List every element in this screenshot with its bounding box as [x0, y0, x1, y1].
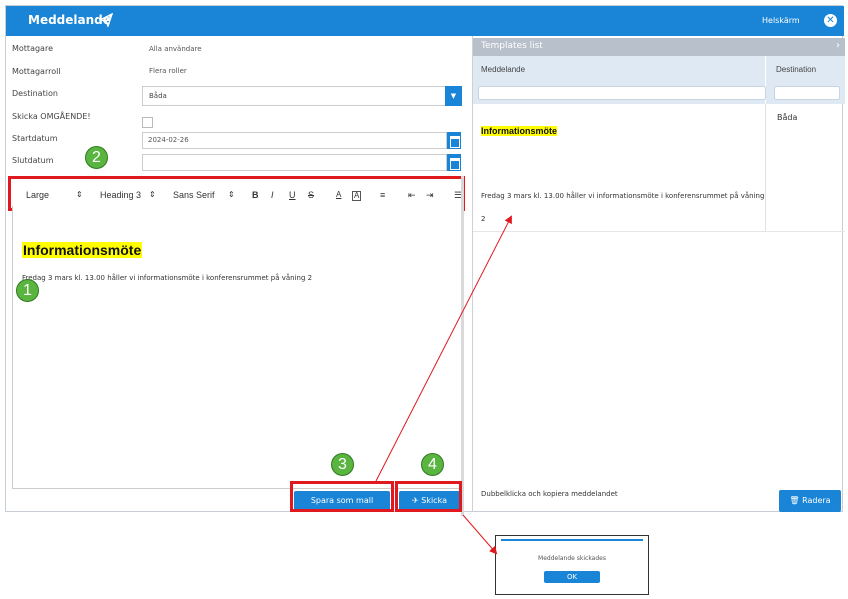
templates-title: Templates list: [481, 41, 543, 51]
destination-select[interactable]: Båda ▼: [142, 86, 462, 106]
row-divider: [473, 231, 845, 232]
outdent-icon[interactable]: ⇤: [408, 190, 416, 201]
role-label: Mottagarroll: [12, 67, 61, 76]
column-destination-label[interactable]: Destination: [776, 65, 816, 74]
destination-label: Destination: [12, 89, 58, 98]
start-date-label: Startdatum: [12, 134, 58, 143]
message-filter-input[interactable]: [478, 86, 766, 100]
background-color-icon[interactable]: A: [352, 191, 362, 201]
chevron-down-icon[interactable]: ▼: [445, 86, 462, 106]
template-title: Informationsmöte: [481, 126, 558, 136]
arrow-to-dialog: [462, 514, 498, 555]
recipient-label: Mottagare: [12, 44, 53, 53]
end-date-label: Slutdatum: [12, 156, 54, 165]
end-date-input[interactable]: [142, 154, 447, 171]
sent-dialog: Meddelande skickades OK: [495, 535, 649, 595]
trash-icon: 🗑: [789, 496, 803, 505]
paper-plane-icon: [99, 13, 113, 27]
bold-button[interactable]: B: [252, 190, 259, 200]
callout-badge-4: 4: [421, 453, 444, 476]
strike-button[interactable]: S: [308, 190, 314, 200]
underline-button[interactable]: U: [289, 190, 296, 200]
compose-panel: Mottagare Alla användare Mottagarroll Fl…: [6, 36, 466, 516]
dialog-body: Meddelande skickades OK: [501, 539, 643, 591]
italic-button[interactable]: I: [271, 190, 274, 200]
editor-scrollbar[interactable]: [461, 176, 464, 516]
message-editor[interactable]: Informationsmöte Fredag 3 mars kl. 13.00…: [12, 206, 464, 489]
template-destination: Båda: [777, 113, 798, 122]
recipient-value[interactable]: Alla användare: [149, 45, 202, 53]
callout-frame-send: [395, 481, 462, 512]
close-icon[interactable]: ✕: [824, 14, 837, 27]
chevron-updown-icon: ⇕: [149, 190, 156, 199]
indent-icon[interactable]: ⇥: [426, 190, 434, 201]
send-now-label: Skicka OMGÅENDE!: [12, 112, 91, 121]
font-color-icon[interactable]: A: [336, 190, 341, 199]
template-text: Fredag 3 mars kl. 13.00 håller vi inform…: [481, 192, 765, 223]
destination-value: Båda: [149, 92, 167, 100]
size-select[interactable]: Large: [26, 190, 49, 200]
start-date-input[interactable]: 2024-02-26: [142, 132, 447, 149]
callout-badge-2: 2: [85, 146, 108, 169]
align-icon[interactable]: ≡: [380, 190, 385, 200]
copy-hint: Dubbelklicka och kopiera meddelandet: [481, 490, 618, 498]
heading-select[interactable]: Heading 3: [100, 190, 141, 200]
calendar-icon[interactable]: [447, 154, 461, 171]
editor-body: Fredag 3 mars kl. 13.00 håller vi inform…: [22, 274, 313, 282]
callout-frame-save: [290, 481, 394, 512]
font-select[interactable]: Sans Serif: [173, 190, 215, 200]
callout-badge-3: 3: [331, 453, 354, 476]
destination-filter-input[interactable]: [774, 86, 840, 100]
dialog-message: Meddelande skickades: [538, 555, 606, 562]
editor-heading: Informationsmöte: [22, 242, 143, 258]
fullscreen-button[interactable]: Helskärm: [762, 16, 800, 25]
column-divider: [765, 104, 766, 231]
chevron-updown-icon: ⇕: [76, 190, 83, 199]
chevron-updown-icon: ⇕: [228, 190, 235, 199]
callout-badge-1: 1: [16, 279, 39, 302]
templates-header: Templates list ›: [473, 38, 845, 56]
delete-button[interactable]: 🗑 Radera: [779, 490, 841, 512]
role-value[interactable]: Flera roller: [149, 67, 187, 75]
chevron-right-icon[interactable]: ›: [836, 40, 840, 51]
send-now-checkbox[interactable]: [142, 117, 153, 128]
title-bar: Meddelande Helskärm ✕: [6, 6, 844, 36]
column-message-label[interactable]: Meddelande: [481, 65, 525, 74]
delete-button-label: Radera: [802, 496, 831, 505]
calendar-icon[interactable]: [447, 132, 461, 149]
ok-button[interactable]: OK: [544, 571, 600, 583]
templates-panel: Templates list › Meddelande Destination …: [472, 36, 845, 512]
message-window: Meddelande Helskärm ✕ Mottagare Alla anv…: [5, 5, 845, 516]
